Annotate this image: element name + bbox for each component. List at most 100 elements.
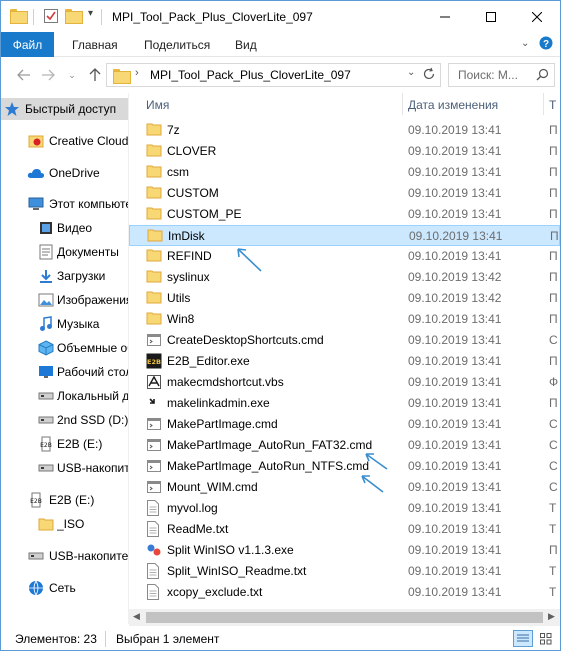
file-row[interactable]: ImDisk 09.10.2019 13:41 П xyxy=(129,225,560,246)
expand-ribbon-icon[interactable]: ⌄ xyxy=(521,38,529,49)
file-row[interactable]: REFIND 09.10.2019 13:41 П xyxy=(129,246,560,267)
tab-home[interactable]: Главная xyxy=(72,38,118,52)
scroll-right-icon[interactable]: ▶ xyxy=(548,611,555,622)
horizontal-scrollbar[interactable]: ◀ ▶ xyxy=(129,609,560,626)
divider xyxy=(33,9,34,25)
tab-share[interactable]: Поделиться xyxy=(144,38,210,52)
file-row[interactable]: makelinkadmin.exe 09.10.2019 13:41 П xyxy=(129,393,560,414)
nav-item[interactable]: Документы xyxy=(1,241,128,263)
column-divider[interactable] xyxy=(402,93,403,115)
customize-toolbar-icon[interactable]: ▾ xyxy=(88,8,93,19)
search-icon xyxy=(536,68,549,84)
cmd-icon xyxy=(146,458,162,474)
forward-icon[interactable] xyxy=(40,67,56,83)
video-icon xyxy=(37,219,55,237)
tab-view[interactable]: Вид xyxy=(235,38,257,52)
file-type: Т xyxy=(549,564,557,578)
file-row[interactable]: MakePartImage_AutoRun_FAT32.cmd 09.10.201… xyxy=(129,435,560,456)
svg-text:E2B: E2B xyxy=(30,498,42,505)
music-icon xyxy=(37,315,55,333)
usb-e2b-icon: E2B xyxy=(37,435,55,453)
file-row[interactable]: MakePartImage_AutoRun_NTFS.cmd 09.10.2019… xyxy=(129,456,560,477)
nav-item[interactable]: OneDrive xyxy=(1,162,128,184)
file-row[interactable]: CUSTOM_PE 09.10.2019 13:41 П xyxy=(129,204,560,225)
file-row[interactable]: E2B E2B_Editor.exe 09.10.2019 13:41 П xyxy=(129,351,560,372)
file-row[interactable]: 7z 09.10.2019 13:41 П xyxy=(129,120,560,141)
ribbon-tabs: Файл Главная Поделиться Вид ⌄ ? xyxy=(1,32,560,57)
nav-item[interactable]: Загрузки xyxy=(1,265,128,287)
file-row[interactable]: Split_WinISO_Readme.txt 09.10.2019 13:41 Т xyxy=(129,561,560,582)
up-icon[interactable] xyxy=(87,67,103,83)
column-header-type[interactable]: Т xyxy=(549,93,556,116)
address-bar[interactable]: › MPI_Tool_Pack_Plus_CloverLite_097 ⌄ xyxy=(106,63,441,87)
file-row[interactable]: myvol.log 09.10.2019 13:41 Т xyxy=(129,498,560,519)
file-row[interactable]: Mount_WIM.cmd 09.10.2019 13:41 С xyxy=(129,477,560,498)
folder-icon xyxy=(146,290,162,306)
file-type: П xyxy=(549,123,558,137)
nav-item[interactable]: Видео xyxy=(1,217,128,239)
file-row[interactable]: csm 09.10.2019 13:41 П xyxy=(129,162,560,183)
nav-item[interactable]: E2B E2B (E:) xyxy=(1,433,128,455)
details-view-icon[interactable] xyxy=(513,630,533,647)
column-header-date[interactable]: Дата изменения xyxy=(408,93,498,116)
search-box[interactable]: Поиск: M... xyxy=(448,63,555,87)
nav-item[interactable]: Локальный диск xyxy=(1,385,128,407)
nav-item[interactable]: Сеть xyxy=(1,577,128,599)
recent-locations-icon[interactable]: ⌄ xyxy=(64,67,80,83)
column-header-name[interactable]: Имя xyxy=(146,93,169,116)
minimize-button[interactable] xyxy=(422,1,468,32)
nav-item[interactable]: Объемные объекты xyxy=(1,337,128,359)
navigation-pane: Быстрый доступ Creative Cloud Files OneDri… xyxy=(1,93,128,624)
help-icon[interactable]: ? xyxy=(539,36,553,53)
file-date: 09.10.2019 13:41 xyxy=(408,123,502,137)
file-row[interactable]: CreateDesktopShortcuts.cmd 09.10.2019 13:… xyxy=(129,330,560,351)
nav-item[interactable]: Creative Cloud Files xyxy=(1,130,128,152)
file-name: E2B_Editor.exe xyxy=(167,354,250,368)
folder-icon xyxy=(10,9,28,24)
drive-icon xyxy=(37,387,55,405)
nav-item[interactable]: USB-накопитель xyxy=(1,545,128,567)
nav-item[interactable]: 2nd SSD (D:) xyxy=(1,409,128,431)
scroll-left-icon[interactable]: ◀ xyxy=(133,611,140,622)
nav-item[interactable]: Этот компьютер xyxy=(1,193,128,215)
chevron-right-icon[interactable]: › xyxy=(135,67,139,79)
nav-item[interactable]: Быстрый доступ xyxy=(1,98,128,120)
maximize-button[interactable] xyxy=(468,1,514,32)
file-row[interactable]: MakePartImage.cmd 09.10.2019 13:41 С xyxy=(129,414,560,435)
file-row[interactable]: Split WinISO v1.1.3.exe 09.10.2019 13:41 П xyxy=(129,540,560,561)
large-icons-view-icon[interactable] xyxy=(537,631,555,646)
nav-item[interactable]: Музыка xyxy=(1,313,128,335)
file-type: С xyxy=(549,417,558,431)
new-folder-icon[interactable] xyxy=(65,9,83,24)
nav-item-label: _ISO xyxy=(57,517,85,531)
nav-item-label: Изображения xyxy=(57,293,128,307)
scroll-thumb[interactable] xyxy=(146,612,543,623)
properties-icon[interactable] xyxy=(43,8,59,27)
nav-item[interactable]: E2B E2B (E:) xyxy=(1,489,128,511)
refresh-icon[interactable] xyxy=(422,67,436,84)
close-button[interactable] xyxy=(514,1,560,32)
file-row[interactable]: xcopy_exclude.txt 09.10.2019 13:41 Т xyxy=(129,582,560,603)
nav-item[interactable]: Изображения xyxy=(1,289,128,311)
file-row[interactable]: CLOVER 09.10.2019 13:41 П xyxy=(129,141,560,162)
file-date: 09.10.2019 13:41 xyxy=(408,312,502,326)
nav-item[interactable]: _ISO xyxy=(1,513,128,535)
tab-file[interactable]: Файл xyxy=(1,32,54,57)
address-path[interactable]: MPI_Tool_Pack_Plus_CloverLite_097 xyxy=(150,68,351,82)
file-row[interactable]: syslinux 09.10.2019 13:42 П xyxy=(129,267,560,288)
file-row[interactable]: Utils 09.10.2019 13:42 П xyxy=(129,288,560,309)
file-row[interactable]: CUSTOM 09.10.2019 13:41 П xyxy=(129,183,560,204)
file-name: 7z xyxy=(167,123,180,137)
file-row[interactable]: ReadMe.txt 09.10.2019 13:41 Т xyxy=(129,519,560,540)
folder-icon xyxy=(146,206,162,222)
search-input[interactable]: Поиск: M... xyxy=(458,68,518,82)
chevron-down-icon[interactable]: ⌄ xyxy=(407,67,415,78)
column-divider[interactable] xyxy=(543,93,544,115)
file-date: 09.10.2019 13:41 xyxy=(408,501,502,515)
file-row[interactable]: makecmdshortcut.vbs 09.10.2019 13:41 Ф xyxy=(129,372,560,393)
e2b-exe-icon: E2B xyxy=(146,353,162,369)
back-icon[interactable] xyxy=(16,67,32,83)
nav-item[interactable]: Рабочий стол xyxy=(1,361,128,383)
file-row[interactable]: Win8 09.10.2019 13:41 П xyxy=(129,309,560,330)
nav-item[interactable]: USB-накопитель xyxy=(1,457,128,479)
